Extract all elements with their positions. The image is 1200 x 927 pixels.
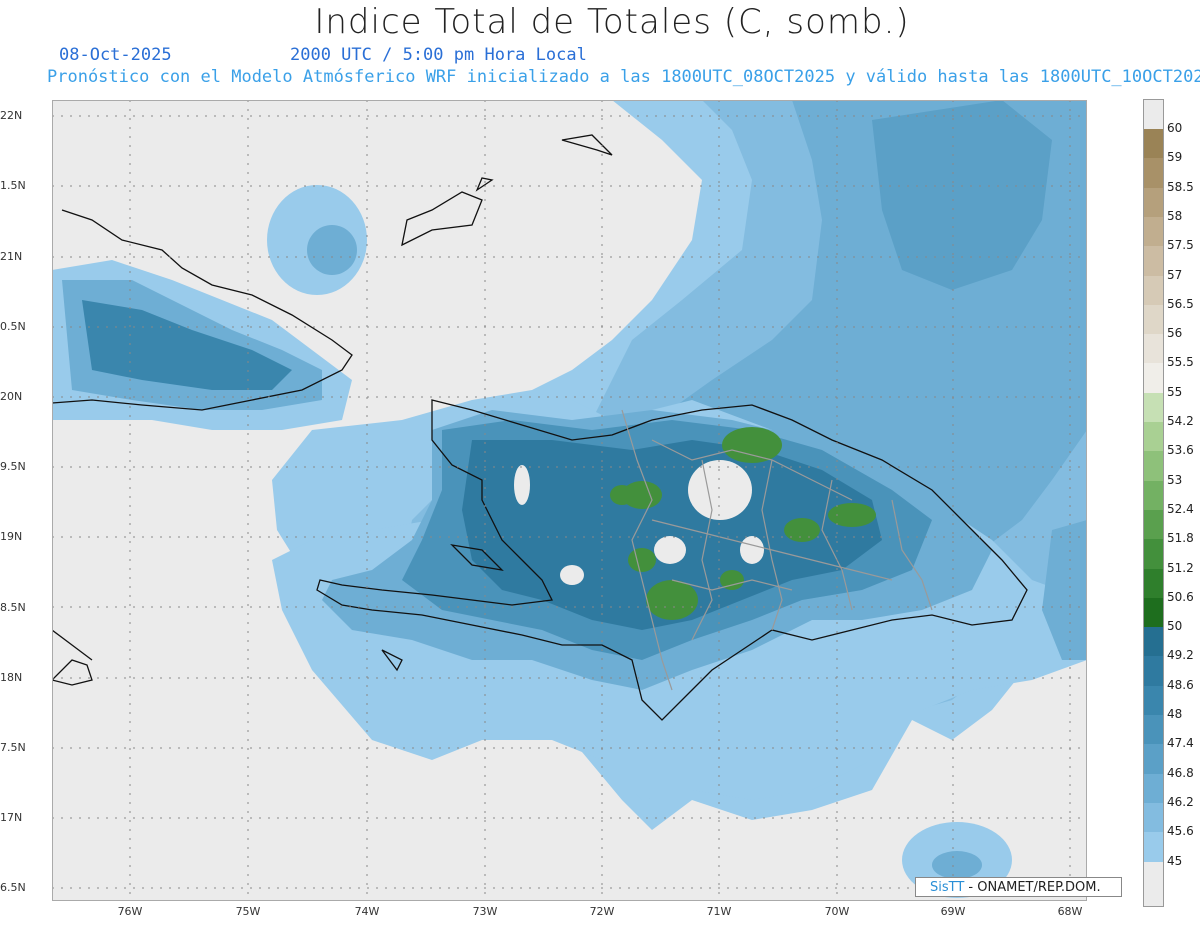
colorbar-label: 58 — [1167, 208, 1183, 223]
lon-label: 70W — [824, 905, 850, 918]
map-title: Indice Total de Totales (C, somb.) — [314, 2, 910, 42]
lat-label: 20N — [0, 390, 23, 403]
credit-text: - ONAMET/REP.DOM. — [964, 880, 1101, 895]
colorbar-label: 56.5 — [1167, 296, 1194, 311]
colorbar-label: 51.8 — [1167, 531, 1194, 546]
colorbar — [1143, 99, 1164, 907]
colorbar-label: 50.6 — [1167, 589, 1194, 604]
lon-label: 74W — [354, 905, 380, 918]
weather-map — [52, 100, 1087, 901]
forecast-date: 08-Oct-2025 — [59, 45, 172, 65]
lat-label: 7.5N — [0, 741, 26, 754]
forecast-time: 2000 UTC / 5:00 pm Hora Local — [290, 45, 587, 65]
colorbar-label: 51.2 — [1167, 560, 1194, 575]
colorbar-label: 48.6 — [1167, 677, 1194, 692]
lon-label: 69W — [940, 905, 966, 918]
colorbar-swatch — [1144, 451, 1163, 482]
colorbar-label: 59 — [1167, 150, 1183, 165]
field-47-south — [932, 851, 982, 879]
lon-label: 72W — [589, 905, 615, 918]
lon-label: 76W — [117, 905, 143, 918]
colorbar-swatch — [1144, 509, 1163, 540]
colorbar-swatch — [1144, 744, 1163, 775]
colorbar-swatch — [1144, 597, 1163, 628]
lat-label: 9.5N — [0, 460, 26, 473]
colorbar-swatch — [1144, 802, 1163, 833]
colorbar-cap — [1144, 100, 1163, 129]
lon-label: 75W — [235, 905, 261, 918]
colorbar-swatch — [1144, 216, 1163, 247]
colorbar-label: 60 — [1167, 121, 1183, 135]
colorbar-label: 57.5 — [1167, 238, 1194, 253]
lat-label: 6.5N — [0, 881, 26, 894]
colorbar-label: 53 — [1167, 472, 1183, 487]
colorbar-label: 57 — [1167, 267, 1183, 282]
lat-label: 17N — [0, 811, 23, 824]
colorbar-swatch — [1144, 304, 1163, 335]
colorbar-swatch — [1144, 275, 1163, 306]
field-47-inagua — [307, 225, 357, 275]
colorbar-cap — [1144, 861, 1163, 906]
colorbar-swatch — [1144, 568, 1163, 599]
lat-label: 0.5N — [0, 320, 26, 333]
colorbar-swatch — [1144, 392, 1163, 423]
colorbar-swatch — [1144, 773, 1163, 804]
lat-label: 22N — [0, 109, 23, 122]
colorbar-swatch — [1144, 422, 1163, 452]
colorbar-label: 49.2 — [1167, 648, 1194, 663]
lon-label: 71W — [706, 905, 732, 918]
colorbar-swatch — [1144, 187, 1163, 218]
colorbar-label: 56 — [1167, 326, 1183, 341]
colorbar-swatch — [1144, 158, 1163, 189]
colorbar-swatch — [1144, 715, 1163, 745]
colorbar-label: 46.8 — [1167, 765, 1194, 780]
lon-label: 68W — [1057, 905, 1083, 918]
lon-label: 73W — [472, 905, 498, 918]
colorbar-swatch — [1144, 480, 1163, 511]
lat-label: 1.5N — [0, 179, 26, 192]
colorbar-label: 52.4 — [1167, 501, 1194, 516]
map-panel — [52, 100, 1087, 901]
colorbar-swatch — [1144, 627, 1163, 657]
colorbar-label: 50 — [1167, 619, 1183, 634]
credit-box: SisTT - ONAMET/REP.DOM. — [915, 877, 1122, 897]
colorbar-swatch — [1144, 129, 1163, 159]
model-description: Pronóstico con el Modelo Atmósferico WRF… — [47, 67, 1200, 87]
lat-label: 18N — [0, 671, 23, 684]
colorbar-label: 47.4 — [1167, 736, 1194, 751]
colorbar-label: 48 — [1167, 707, 1183, 721]
colorbar-label: 54.2 — [1167, 414, 1194, 428]
sistt-logo: SisTT — [930, 880, 965, 895]
colorbar-label: 58.5 — [1167, 179, 1194, 194]
colorbar-swatch — [1144, 246, 1163, 276]
colorbar-swatch — [1144, 539, 1163, 569]
colorbar-label: 45 — [1167, 853, 1183, 868]
colorbar-label: 55.5 — [1167, 355, 1194, 370]
lat-label: 19N — [0, 530, 23, 543]
colorbar-label: 53.6 — [1167, 443, 1194, 458]
colorbar-swatch — [1144, 363, 1163, 394]
colorbar-label: 46.2 — [1167, 794, 1194, 809]
colorbar-swatch — [1144, 656, 1163, 687]
colorbar-swatch — [1144, 832, 1163, 862]
colorbar-swatch — [1144, 685, 1163, 716]
colorbar-label: 55 — [1167, 384, 1183, 399]
colorbar-swatch — [1144, 334, 1163, 364]
lat-label: 8.5N — [0, 601, 26, 614]
lat-label: 21N — [0, 250, 23, 263]
colorbar-label: 45.6 — [1167, 824, 1194, 839]
